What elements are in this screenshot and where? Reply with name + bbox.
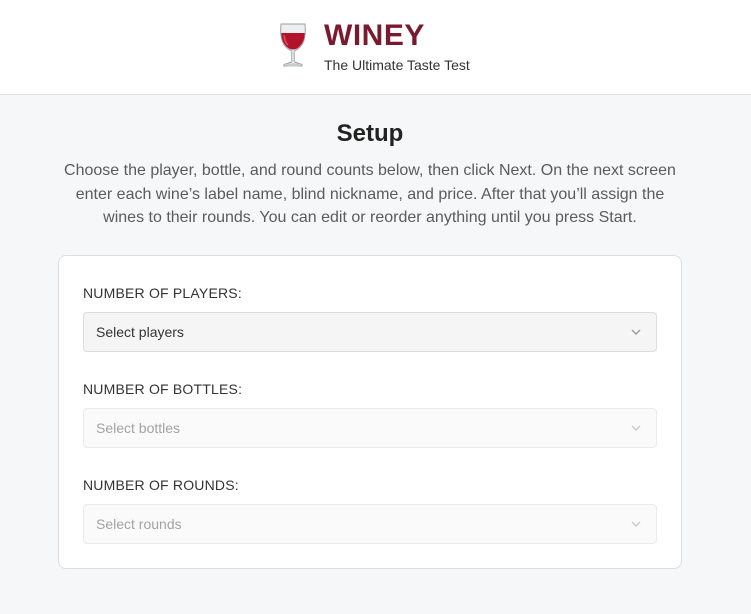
players-select[interactable]: Select players	[83, 312, 657, 352]
chevron-down-icon	[631, 329, 641, 335]
instructions-line: Choose the player, bottle, and round cou…	[64, 162, 676, 179]
chevron-down-icon	[631, 521, 641, 527]
app-header: WINEY The Ultimate Taste Test	[0, 0, 751, 95]
app-tagline: The Ultimate Taste Test	[324, 57, 470, 73]
rounds-select-placeholder: Select rounds	[96, 516, 182, 532]
bottles-label: NUMBER OF BOTTLES:	[83, 381, 243, 397]
page-title: Setup	[336, 120, 404, 147]
rounds-select[interactable]: Select rounds	[83, 504, 657, 544]
bottles-select[interactable]: Select bottles	[83, 408, 657, 448]
instructions-line: wines to their rounds. You can edit or r…	[103, 209, 637, 226]
rounds-label: NUMBER OF ROUNDS:	[83, 477, 239, 493]
setup-form-card: NUMBER OF PLAYERS: Select players NUMBER…	[58, 255, 682, 569]
setup-instructions: Choose the player, bottle, and round cou…	[55, 159, 685, 230]
instructions-line: enter each wine’s label name, blind nick…	[75, 185, 665, 203]
chevron-down-icon	[631, 425, 641, 431]
bottles-select-placeholder: Select bottles	[96, 420, 181, 436]
players-select-placeholder: Select players	[96, 324, 184, 340]
wine-glass-icon	[280, 23, 306, 67]
app-title: WINEY	[324, 19, 425, 52]
players-label: NUMBER OF PLAYERS:	[83, 285, 242, 301]
